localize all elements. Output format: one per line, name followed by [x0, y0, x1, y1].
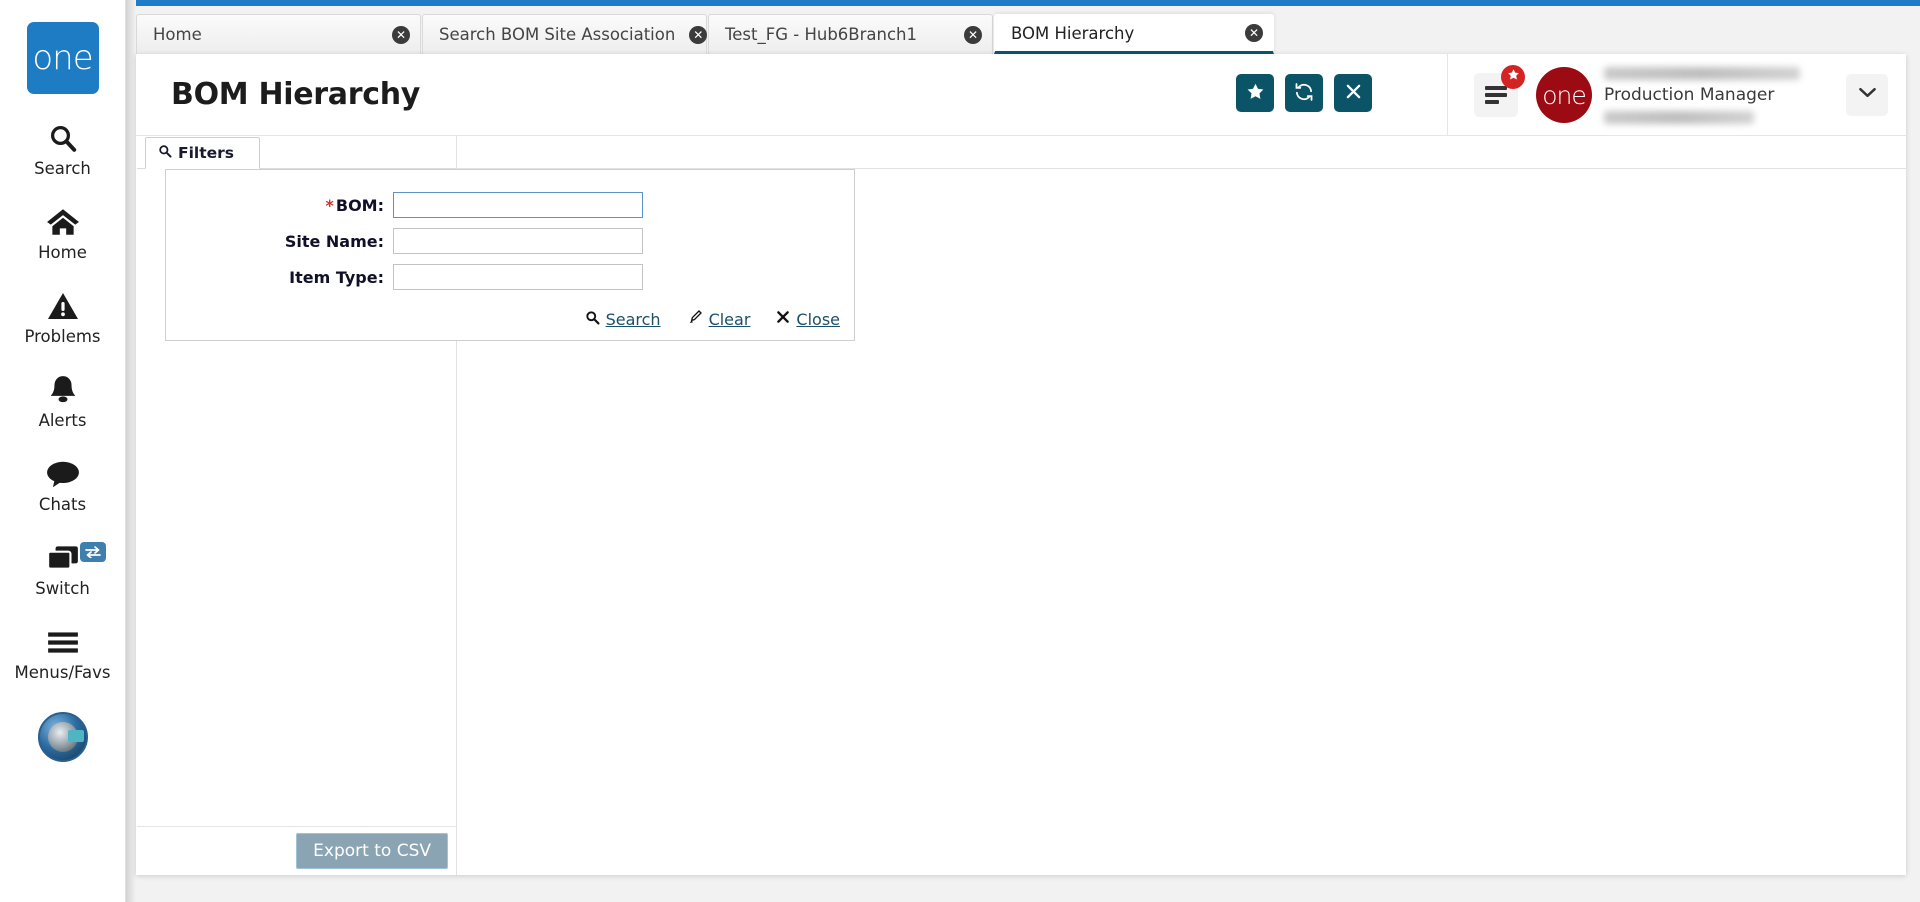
bom-input[interactable]	[393, 192, 643, 218]
sidebar-item-label: Menus/Favs	[14, 663, 111, 682]
sidebar-item-label: Chats	[38, 495, 87, 514]
sidebar-item-menus-favs[interactable]: Menus/Favs	[0, 624, 126, 682]
close-circle-icon[interactable]: ✕	[392, 25, 410, 44]
rail-shadow	[126, 0, 136, 902]
brand-logo[interactable]: one	[26, 22, 99, 94]
star-icon	[1507, 68, 1520, 86]
filter-search-button[interactable]: Search	[585, 310, 661, 330]
hamburger-icon	[46, 624, 80, 660]
user-role: Production Manager	[1604, 84, 1775, 105]
x-icon	[776, 310, 790, 329]
tab-test-fg-hub6branch1[interactable]: Test_FG - Hub6Branch1 ✕	[708, 14, 993, 54]
top-accent-bar	[136, 0, 1920, 6]
user-menu-toggle[interactable]	[1846, 74, 1888, 116]
user-info[interactable]: Production Manager	[1586, 62, 1838, 128]
user-avatar-icon[interactable]	[37, 712, 88, 762]
required-asterisk: *	[325, 195, 334, 215]
filter-close-button[interactable]: Close	[776, 310, 840, 329]
tab-label: Home	[153, 25, 202, 44]
eraser-icon	[687, 309, 703, 330]
page-header-actions	[1236, 74, 1372, 112]
search-icon	[585, 310, 600, 330]
filters-flyout: * BOM: Site Name: Item Type: Search Clea…	[165, 169, 855, 341]
export-to-csv-button[interactable]: Export to CSV	[296, 832, 448, 869]
filter-actions: Search Clear Close	[585, 309, 840, 330]
tab-filters[interactable]: Filters	[145, 137, 260, 169]
org-badge: one	[1536, 67, 1592, 123]
sidebar-item-chats[interactable]: Chats	[0, 456, 126, 514]
filter-row-item-type: Item Type:	[166, 264, 854, 290]
x-icon	[1345, 83, 1362, 103]
chevron-down-icon	[1858, 86, 1877, 104]
filter-search-label: Search	[605, 310, 661, 329]
close-circle-icon[interactable]: ✕	[689, 25, 708, 44]
tab-label: BOM Hierarchy	[1011, 23, 1135, 43]
menus-favorites-button[interactable]	[1474, 65, 1525, 117]
tab-filters-label: Filters	[178, 144, 235, 162]
favorites-badge	[1501, 65, 1525, 89]
sidebar-item-switch[interactable]: Switch	[0, 540, 126, 598]
tab-strip: Home ✕ Search BOM Site Association ✕ Tes…	[136, 14, 1920, 54]
close-page-button[interactable]	[1334, 74, 1372, 112]
warning-triangle-icon	[47, 288, 79, 324]
user-name-redacted	[1604, 66, 1800, 80]
header-user-area: one Production Manager	[1447, 54, 1888, 136]
page-body: Filters Export to CSV * BOM: Site Name: …	[136, 136, 1906, 875]
site-name-input[interactable]	[393, 228, 643, 254]
page-header: BOM Hierarchy one Production Manager	[136, 54, 1906, 136]
tab-label: Test_FG - Hub6Branch1	[725, 25, 917, 44]
page-card: BOM Hierarchy one Production Manager Fil…	[136, 54, 1906, 875]
close-circle-icon[interactable]: ✕	[964, 25, 982, 44]
item-type-input[interactable]	[393, 264, 643, 290]
sidebar-item-home[interactable]: Home	[0, 204, 126, 262]
switch-windows-icon	[46, 540, 80, 576]
left-nav-rail: one Search Home Problems Alerts Chats Sw…	[0, 0, 126, 902]
sidebar-item-label: Switch	[35, 579, 90, 598]
org-badge-text: one	[1542, 80, 1587, 110]
user-org-redacted	[1604, 110, 1754, 124]
chat-bubble-icon	[46, 456, 80, 492]
bell-icon	[48, 372, 78, 408]
filter-clear-label: Clear	[708, 310, 751, 329]
close-circle-icon[interactable]: ✕	[1245, 24, 1263, 42]
app-root: one Search Home Problems Alerts Chats Sw…	[0, 0, 1920, 902]
site-name-label: Site Name:	[284, 231, 384, 251]
tab-label: Search BOM Site Association	[439, 25, 676, 44]
filter-row-bom: * BOM:	[166, 192, 854, 218]
tab-bom-hierarchy[interactable]: BOM Hierarchy ✕	[994, 14, 1274, 54]
detail-panel-header	[457, 136, 1906, 169]
tab-home[interactable]: Home ✕	[136, 14, 421, 54]
sidebar-item-label: Problems	[24, 327, 101, 346]
sidebar-item-label: Search	[34, 159, 91, 178]
search-icon	[48, 120, 78, 156]
star-icon	[1246, 82, 1265, 104]
home-icon	[46, 204, 80, 240]
refresh-icon	[1294, 82, 1314, 105]
hamburger-icon	[1485, 83, 1507, 108]
sidebar-item-label: Alerts	[38, 411, 87, 430]
tab-search-bom-site-association[interactable]: Search BOM Site Association ✕	[422, 14, 708, 54]
bom-label: * BOM:	[325, 195, 385, 215]
search-icon	[158, 144, 172, 163]
panel-tab-strip: Filters	[137, 136, 456, 169]
filter-row-site-name: Site Name:	[166, 228, 854, 254]
favorite-button[interactable]	[1236, 74, 1274, 112]
filter-close-label: Close	[796, 310, 840, 329]
tree-footer: Export to CSV	[137, 826, 456, 874]
sidebar-item-problems[interactable]: Problems	[0, 288, 126, 346]
exchange-arrows-icon[interactable]	[79, 542, 106, 562]
page-title: BOM Hierarchy	[171, 77, 421, 112]
item-type-label: Item Type:	[289, 267, 384, 287]
sidebar-item-alerts[interactable]: Alerts	[0, 372, 126, 430]
filter-clear-button[interactable]: Clear	[687, 309, 751, 330]
brand-logo-text: one	[32, 38, 93, 78]
sidebar-item-label: Home	[38, 243, 87, 262]
sidebar-item-search[interactable]: Search	[0, 120, 126, 178]
refresh-button[interactable]	[1285, 74, 1323, 112]
